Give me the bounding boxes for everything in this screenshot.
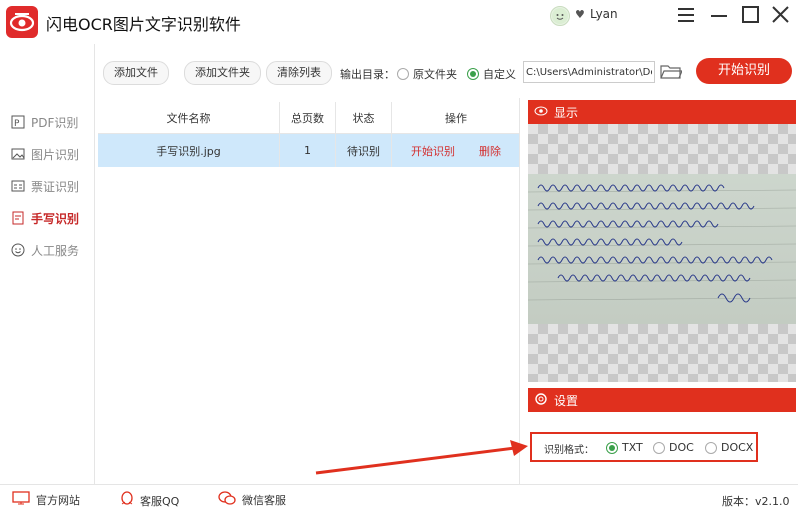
sidebar-item-label: 图片识别 [31, 147, 80, 162]
format-option-label: TXT [622, 441, 643, 454]
radio-label: 原文件夹 [413, 68, 457, 81]
preview-title: 显示 [554, 105, 579, 120]
table-header: 文件名称 总页数 状态 操作 [98, 102, 520, 134]
cell-status: 待识别 [336, 134, 392, 167]
card-icon [11, 179, 25, 193]
sidebar-item-handwrite[interactable]: 手写识别 [11, 208, 79, 228]
settings-header: 设置 [528, 388, 796, 412]
radio-original-folder[interactable]: 原文件夹 [397, 66, 457, 82]
add-file-button[interactable]: 添加文件 [103, 61, 169, 85]
output-path-input[interactable] [523, 61, 655, 83]
version-text: 版本：v2.1.0 [722, 495, 790, 508]
preview-header: 显示 [528, 100, 796, 124]
output-dir-label: 输出目录： [340, 68, 395, 81]
settings-title: 设置 [554, 393, 579, 408]
format-selector: 识别格式： TXT DOC DOCX [530, 432, 758, 462]
radio-custom-folder[interactable]: 自定义 [467, 66, 516, 82]
add-folder-button[interactable]: 添加文件夹 [184, 61, 261, 85]
radio-dot [705, 441, 717, 454]
sidebar-item-human[interactable]: 人工服务 [11, 240, 79, 260]
format-option-docx[interactable]: DOCX [705, 441, 753, 454]
footer: 官方网站 客服QQ 微信客服 版本：v2.1.0 [0, 484, 798, 511]
divider [519, 98, 520, 484]
wechat-icon [218, 491, 236, 508]
folder-icon[interactable] [660, 63, 683, 82]
image-preview [528, 124, 796, 382]
format-label: 识别格式： [544, 445, 594, 456]
smile-icon [11, 243, 25, 257]
header-status: 状态 [336, 102, 392, 133]
footer-label: 客服QQ [140, 494, 180, 508]
monitor-icon [12, 491, 30, 508]
clear-list-button[interactable]: 清除列表 [266, 61, 332, 85]
radio-dot [467, 68, 479, 80]
radio-dot [653, 441, 665, 454]
qq-support-link[interactable]: 客服QQ [120, 491, 179, 510]
image-icon [11, 147, 25, 161]
qq-icon [120, 491, 134, 510]
header-filename: 文件名称 [98, 102, 280, 133]
eye-icon [534, 105, 548, 119]
cell-filename: 手写识别.jpg [98, 134, 280, 167]
title-bar: 闪电OCR图片文字识别软件 ♥ Lyan [0, 0, 798, 44]
maximize-icon[interactable] [738, 4, 764, 26]
header-pages: 总页数 [280, 102, 336, 133]
row-delete-link[interactable]: 删除 [479, 143, 501, 159]
pdf-icon: P [11, 115, 25, 129]
handwritten-note-image [528, 174, 796, 324]
heart-icon: ♥ [575, 8, 585, 21]
cell-actions: 开始识别 删除 [392, 134, 520, 167]
format-option-txt[interactable]: TXT [606, 441, 643, 454]
official-website-link[interactable]: 官方网站 [12, 491, 80, 508]
header-actions: 操作 [445, 111, 467, 125]
table-row[interactable]: 手写识别.jpg 1 待识别 开始识别 删除 [98, 134, 520, 167]
cell-pages: 1 [280, 134, 336, 167]
file-table: 文件名称 总页数 状态 操作 手写识别.jpg 1 待识别 开始识别 删除 [98, 102, 520, 167]
svg-text:P: P [14, 119, 20, 129]
sidebar-item-label: PDF识别 [31, 115, 79, 130]
format-option-doc[interactable]: DOC [653, 441, 694, 454]
radio-label: 自定义 [483, 68, 516, 81]
radio-dot [606, 441, 618, 454]
sidebar-item-card[interactable]: 票证识别 [11, 176, 79, 196]
close-icon[interactable] [768, 4, 794, 26]
toolbar: 添加文件 添加文件夹 清除列表 输出目录： 原文件夹 自定义 开始识别 [95, 52, 798, 92]
handwrite-icon [11, 211, 25, 225]
app-title: 闪电OCR图片文字识别软件 [46, 15, 241, 34]
wechat-support-link[interactable]: 微信客服 [218, 491, 286, 508]
sidebar-item-label: 手写识别 [31, 211, 80, 226]
start-recognize-button[interactable]: 开始识别 [696, 58, 792, 84]
sidebar-item-image[interactable]: 图片识别 [11, 144, 79, 164]
avatar[interactable] [550, 6, 570, 26]
menu-icon[interactable] [674, 4, 700, 26]
annotation-arrow [310, 438, 532, 481]
format-option-label: DOC [669, 441, 694, 454]
minimize-icon[interactable] [706, 4, 732, 26]
sidebar-item-label: 票证识别 [31, 179, 80, 194]
row-start-link[interactable]: 开始识别 [411, 143, 455, 159]
sidebar-item-pdf[interactable]: P PDF识别 [11, 112, 78, 132]
gear-icon [534, 392, 548, 409]
sidebar-item-label: 人工服务 [31, 243, 80, 258]
footer-label: 微信客服 [242, 493, 286, 507]
sidebar: P PDF识别 图片识别 票证识别 手写识别 人工服务 [0, 44, 95, 484]
username[interactable]: Lyan [590, 7, 618, 21]
format-option-label: DOCX [721, 441, 754, 454]
footer-label: 官方网站 [36, 493, 80, 507]
app-logo [6, 6, 38, 38]
radio-dot [397, 68, 409, 80]
